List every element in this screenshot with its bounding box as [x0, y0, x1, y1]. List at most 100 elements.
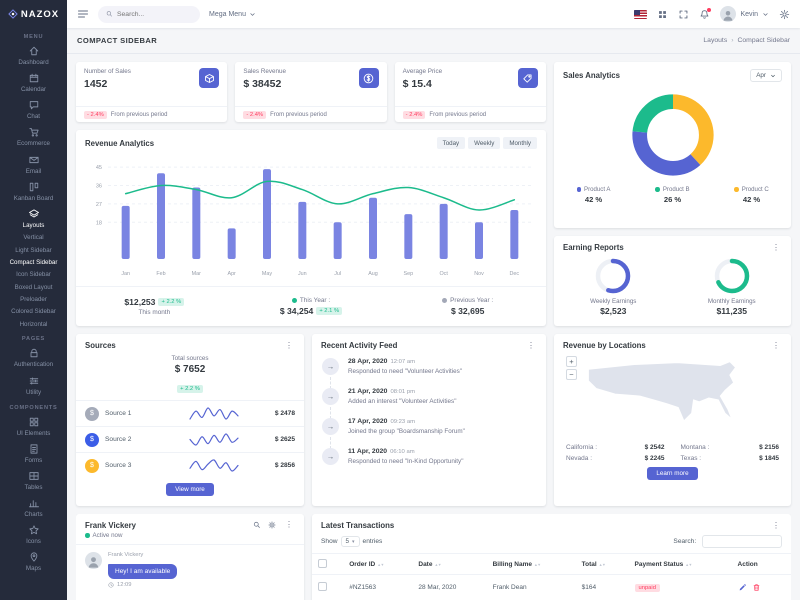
sidebar-item-icons[interactable]: Icons	[0, 521, 67, 548]
sidebar-item-colored-sidebar[interactable]: Colored Sidebar	[0, 306, 67, 318]
sidebar-item-chat[interactable]: Chat	[0, 96, 67, 123]
sidebar-item-layouts[interactable]: Layouts	[0, 205, 67, 232]
sidebar-item-label: Chat	[26, 113, 41, 121]
legend-dot	[291, 297, 297, 303]
source-row-source-2[interactable]: $ Source 2 $ 2625	[76, 426, 304, 452]
location-row-california: California : $ 2542	[566, 444, 665, 451]
sidebar-item-horizontal[interactable]: Horizontal	[0, 318, 67, 330]
sidebar-item-kanban-board[interactable]: Kanban Board	[0, 178, 67, 205]
location-name: Montana :	[680, 444, 710, 451]
billing-name-cell: Frank Dean	[486, 574, 576, 600]
sidebar-item-charts[interactable]: Charts	[0, 494, 67, 521]
source-sparkline	[159, 406, 269, 421]
legend-name: Product B	[633, 186, 712, 193]
sidebar-item-calendar[interactable]: Calendar	[0, 69, 67, 96]
column-header-billing-name[interactable]: Billing Name ▲▼	[486, 553, 576, 575]
fullscreen-button[interactable]	[678, 9, 689, 20]
sidebar-item-email[interactable]: Email	[0, 151, 67, 178]
kebab-menu-icon[interactable]: ⋮	[770, 341, 782, 350]
notifications-button[interactable]	[699, 7, 712, 20]
kebab-menu-icon[interactable]: ⋮	[770, 521, 782, 530]
topbar-search[interactable]	[98, 5, 200, 23]
source-row-source-1[interactable]: $ Source 1 $ 2478	[76, 400, 304, 426]
donut-legend: Product A 42 % Product B 26 % Product C 42 %	[554, 186, 791, 204]
form-icon	[30, 444, 37, 454]
kebab-menu-icon[interactable]: ⋮	[770, 243, 782, 252]
user-menu[interactable]: Kevin	[720, 6, 769, 22]
sidebar-item-preloader[interactable]: Preloader	[0, 293, 67, 305]
column-header-order-id[interactable]: Order ID ▲▼	[343, 553, 413, 575]
sidebar-item-light-sidebar[interactable]: Light Sidebar	[0, 244, 67, 256]
sidebar-item-compact-sidebar[interactable]: Compact Sidebar	[0, 257, 67, 269]
zoom-in-button[interactable]: +	[566, 356, 577, 367]
learn-more-button[interactable]: Learn more	[647, 467, 698, 480]
column-label: Billing Name	[492, 560, 532, 568]
sidebar-item-vertical[interactable]: Vertical	[0, 232, 67, 244]
range-button-today[interactable]: Today	[436, 137, 466, 149]
chat-user-name: Frank Vickery	[85, 521, 137, 530]
sidebar-item-authentication[interactable]: Authentication	[0, 344, 67, 371]
row-checkbox[interactable]	[318, 582, 327, 591]
column-header-date[interactable]: Date ▲▼	[412, 553, 487, 575]
sidebar-item-label: Dashboard	[18, 59, 49, 66]
sidebar-item-label: Kanban Board	[13, 194, 54, 202]
delete-button[interactable]	[752, 580, 761, 595]
entries-select[interactable]: 5 ▾	[340, 536, 360, 547]
sidebar-item-label: Authentication	[13, 361, 54, 369]
sort-icon: ▲▼	[377, 562, 384, 567]
menu-toggle-button[interactable]	[77, 8, 89, 20]
sidebar-item-forms[interactable]: Forms	[0, 440, 67, 467]
mega-menu[interactable]: Mega Menu	[209, 11, 256, 18]
source-row-source-3[interactable]: $ Source 3 $ 2856	[76, 452, 304, 478]
topbar: Mega Menu Kevin	[67, 0, 800, 28]
sidebar-item-maps[interactable]: Maps	[0, 548, 67, 575]
sidebar-item-icon-sidebar[interactable]: Icon Sidebar	[0, 269, 67, 281]
kebab-menu-icon[interactable]: ⋮	[283, 521, 295, 529]
activity-feed-card: Recent Activity Feed ⋮ → 28 Apr, 2020 12:0…	[312, 334, 546, 506]
kebab-menu-icon[interactable]: ⋮	[283, 341, 295, 350]
sidebar-item-boxed-layout[interactable]: Boxed Layout	[0, 281, 67, 293]
sidebar-item-dashboard[interactable]: Dashboard	[0, 42, 67, 69]
chat-settings-button[interactable]	[268, 521, 276, 529]
search-input[interactable]	[116, 10, 192, 18]
sources-card: Sources ⋮ Total sources $ 7652 + 2.2 % $…	[76, 334, 304, 506]
sliders-icon	[29, 377, 38, 384]
language-flag-button[interactable]	[634, 9, 648, 19]
sidebar-item-ui-elements[interactable]: UI Elements	[0, 413, 67, 440]
app-logo[interactable]: NAZOX	[0, 0, 67, 28]
column-header-action[interactable]: Action	[731, 553, 791, 575]
table-search-input[interactable]	[702, 535, 782, 548]
range-button-weekly[interactable]: Weekly	[468, 137, 501, 149]
location-row-texas: Texas : $ 1845	[681, 455, 780, 462]
lock-icon	[30, 349, 37, 358]
apps-grid-button[interactable]	[657, 9, 668, 20]
column-header-payment-status[interactable]: Payment Status ▲▼	[628, 553, 732, 575]
column-header-total[interactable]: Total ▲▼	[575, 553, 629, 575]
svg-text:Dec: Dec	[510, 271, 520, 277]
select-all-checkbox[interactable]	[318, 558, 327, 568]
source-sparkline	[159, 432, 269, 447]
earning-value: $2,523	[600, 306, 627, 316]
period-select[interactable]: Apr	[750, 69, 782, 82]
settings-gear-button[interactable]	[779, 9, 790, 20]
sidebar-item-ecommerce[interactable]: Ecommerce	[0, 123, 67, 150]
sidebar-item-utility[interactable]: Utility	[0, 372, 67, 399]
activity-text: Responded to need "Volunteer Activities"	[348, 368, 463, 375]
mega-menu-label: Mega Menu	[209, 10, 246, 18]
zoom-out-button[interactable]: −	[566, 369, 577, 380]
kebab-menu-icon[interactable]: ⋮	[525, 341, 537, 350]
chat-search-button[interactable]	[253, 521, 261, 529]
delta-badge: - 2.4%	[402, 110, 426, 119]
chat-card: Frank Vickery Active now ⋮ Frank Vickery…	[76, 514, 304, 600]
sort-icon: ▲▼	[685, 562, 692, 567]
home-icon	[28, 45, 40, 57]
sidebar-item-tables[interactable]: Tables	[0, 467, 67, 494]
sidebar-item-label: Calendar	[20, 86, 47, 94]
chart-icon	[28, 500, 39, 508]
chevron-down-icon: ▾	[352, 538, 355, 545]
source-name: Source 3	[105, 462, 132, 469]
edit-button[interactable]	[738, 580, 747, 595]
range-button-monthly[interactable]: Monthly	[503, 137, 537, 149]
view-more-button[interactable]: View more	[166, 483, 214, 496]
breadcrumb-item-layouts[interactable]: Layouts	[703, 37, 727, 44]
